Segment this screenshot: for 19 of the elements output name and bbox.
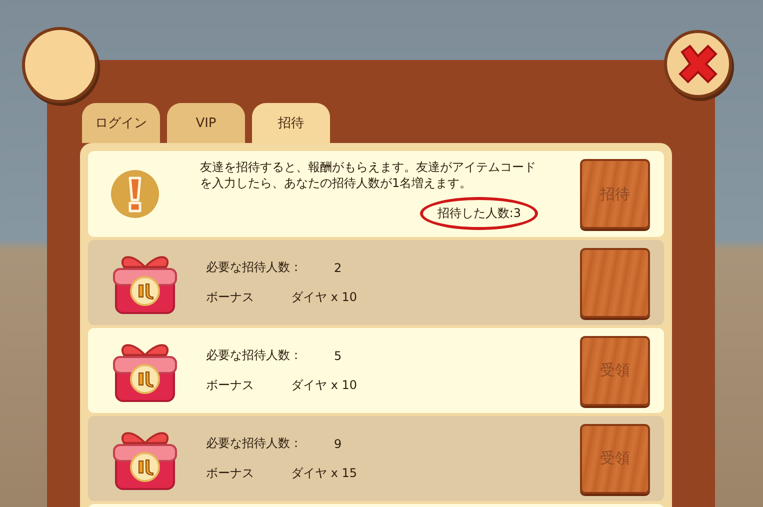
close-icon <box>676 44 720 84</box>
bonus-label: ボーナス <box>206 465 255 482</box>
required-label: 必要な招待人数： <box>206 435 303 452</box>
bonus-value: ダイヤ x 15 <box>291 465 357 482</box>
required-label: 必要な招待人数： <box>206 259 303 276</box>
tab[interactable]: 招待 <box>252 103 330 143</box>
tab[interactable]: VIP <box>167 103 245 143</box>
required-count: 2 <box>334 260 342 274</box>
bonus-value: ダイヤ x 10 <box>291 377 357 394</box>
required-label: 必要な招待人数： <box>206 347 303 364</box>
invited-count: 招待した人数:3 <box>420 196 538 230</box>
exclamation-icon <box>110 169 160 219</box>
bonus-label: ボーナス <box>206 289 255 306</box>
bonus-label: ボーナス <box>206 377 255 394</box>
required-count: 9 <box>334 436 342 450</box>
invite-message: 友達を招待すると、報酬がもらえます。友達がアイテムコードを入力したら、あなたの招待人数が1名増えます。 <box>200 158 537 190</box>
tab[interactable]: ログイン <box>82 103 160 143</box>
required-count: 5 <box>334 348 342 362</box>
bonus-value: ダイヤ x 10 <box>291 289 357 306</box>
